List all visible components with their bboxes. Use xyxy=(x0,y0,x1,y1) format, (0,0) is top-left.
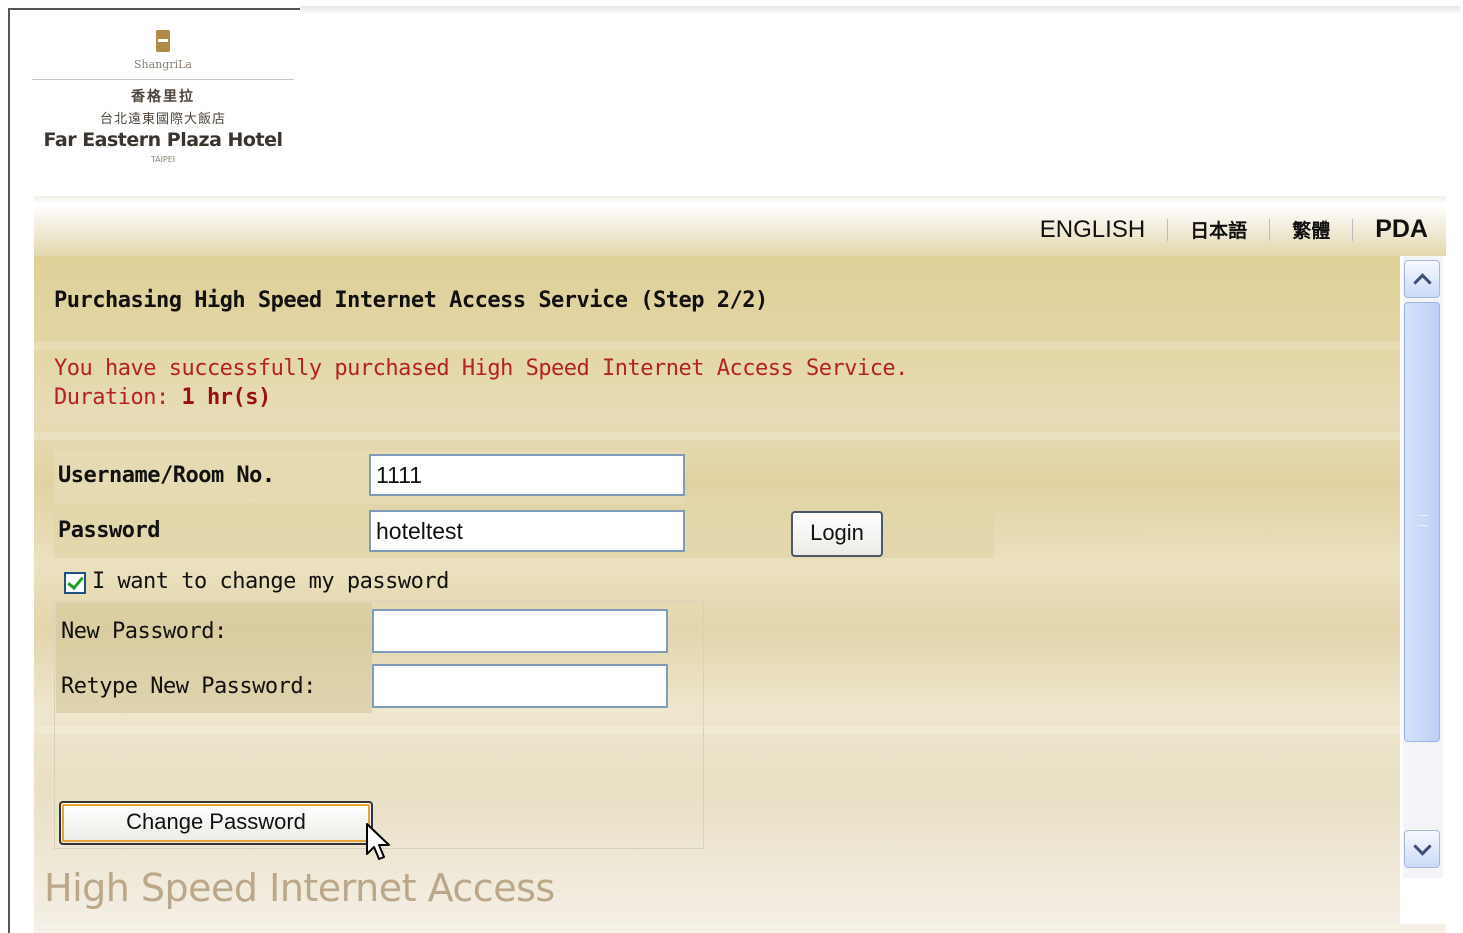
scroll-up-icon xyxy=(1412,272,1432,292)
change-password-checkbox[interactable] xyxy=(64,572,86,594)
lang-separator xyxy=(1352,218,1354,241)
new-password-input[interactable] xyxy=(372,609,668,653)
scrollbar-thumb[interactable] xyxy=(1404,302,1440,742)
lang-separator xyxy=(1167,218,1169,241)
success-text: You have successfully purchased High Spe… xyxy=(54,356,908,381)
language-links: ENGLISH 日本語 繁體 PDA xyxy=(1040,215,1428,244)
logo-divider xyxy=(32,79,294,80)
password-input[interactable]: hoteltest xyxy=(369,510,685,552)
lang-japanese-link[interactable]: 日本語 xyxy=(1190,216,1247,243)
footer-bar xyxy=(34,924,1446,933)
vertical-scrollbar[interactable] xyxy=(1400,256,1446,878)
scroll-down-button[interactable] xyxy=(1404,830,1440,868)
content-panel: Purchasing High Speed Internet Access Se… xyxy=(34,256,1400,924)
logo-name-en: Far Eastern Plaza Hotel xyxy=(43,129,283,151)
new-password-label: New Password: xyxy=(61,619,227,644)
retype-password-label: Retype New Password: xyxy=(61,674,316,699)
mouse-cursor-icon xyxy=(366,823,390,860)
lang-separator xyxy=(1269,218,1271,241)
logo-name-cjk-1: 香格里拉 xyxy=(131,89,195,105)
lang-pda-link[interactable]: PDA xyxy=(1375,215,1428,244)
footer-title: High Speed Internet Access xyxy=(44,866,555,910)
logo-name-cjk-2: 台北遠東國際大飯店 xyxy=(99,112,226,127)
retype-password-input[interactable] xyxy=(372,664,668,708)
scroll-up-button[interactable] xyxy=(1404,260,1440,298)
header-divider xyxy=(34,196,1446,202)
lang-traditional-chinese-link[interactable]: 繁體 xyxy=(1292,216,1330,243)
logo-city: TAIPEI xyxy=(150,155,176,164)
username-input[interactable]: 1111 xyxy=(369,454,685,496)
decorative-stripe xyxy=(34,432,1400,440)
lang-english-link[interactable]: ENGLISH xyxy=(1040,216,1145,244)
top-edge xyxy=(300,6,1460,14)
hotel-logo: ShangriLa 香格里拉 台北遠東國際大飯店 Far Eastern Pla… xyxy=(32,30,294,180)
hotel-emblem-icon xyxy=(156,30,170,52)
decorative-stripe xyxy=(34,342,1400,350)
duration-value: 1 hr(s) xyxy=(181,385,271,410)
language-bar: ENGLISH 日本語 繁體 PDA xyxy=(34,204,1446,256)
success-message: You have successfully purchased High Spe… xyxy=(54,354,908,412)
logo-brand: ShangriLa xyxy=(134,58,192,71)
username-label: Username/Room No. xyxy=(58,463,275,488)
change-password-checkbox-label[interactable]: I want to change my password xyxy=(92,569,449,594)
change-password-button[interactable]: Change Password xyxy=(59,801,373,845)
password-label: Password xyxy=(58,518,160,543)
scroll-down-icon xyxy=(1412,836,1432,856)
scrollbar-grip-icon xyxy=(1418,515,1428,526)
login-button[interactable]: Login xyxy=(791,511,883,557)
page-title: Purchasing High Speed Internet Access Se… xyxy=(54,288,768,313)
duration-label: Duration: xyxy=(54,385,169,410)
change-password-box: New Password: Retype New Password: Chang… xyxy=(54,601,704,849)
